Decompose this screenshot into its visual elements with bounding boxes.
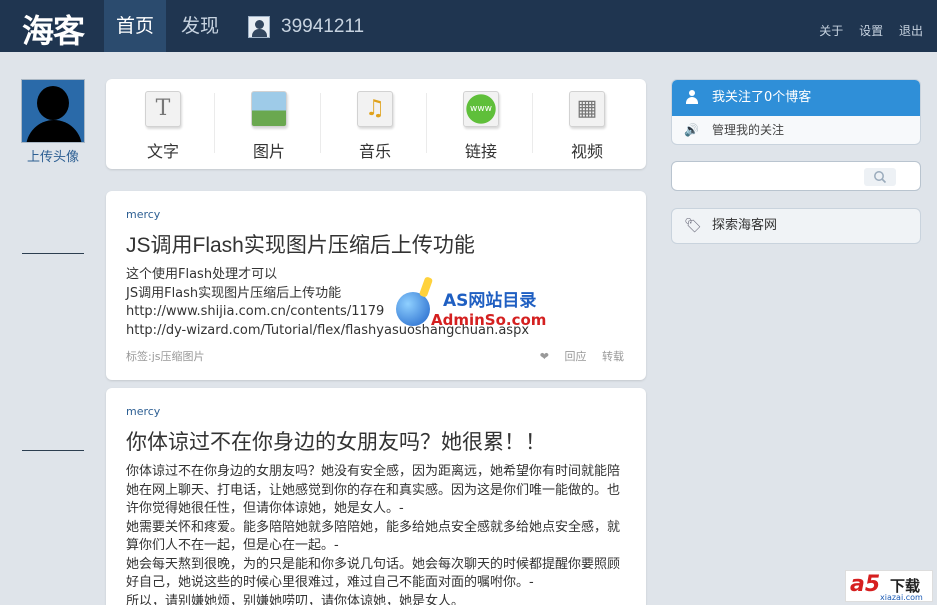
repost-link[interactable]: 转载 [602, 350, 624, 363]
speaker-icon: 🔊 [684, 123, 699, 137]
text-icon: T [145, 91, 181, 127]
user-id-link[interactable]: 39941211 [281, 0, 364, 54]
post-card: mercy 你体谅过不在你身边的女朋友吗？她很累！！ 你体谅过不在你身边的女朋友… [106, 388, 646, 605]
explore-label: 探索海客网 [712, 218, 778, 233]
video-icon: ▦ [569, 91, 605, 127]
watermark-a5: a5 下载 xiazai.com [845, 570, 933, 602]
post-type-text[interactable]: T 文字 [106, 79, 215, 169]
search-icon [874, 171, 887, 184]
nav-discover-tab[interactable]: 发现 [181, 0, 219, 54]
post-body-paragraph: 所以，请别嫌她烦，别嫌她唠叨，请你体谅她，她是女人。 [126, 593, 465, 605]
a5-site-label: xiazai.com [880, 593, 923, 602]
post-type-selector: T 文字 图片 ♫ 音乐 www 链接 ▦ 视频 [106, 79, 646, 169]
following-count-label: 我关注了0个博客 [712, 90, 812, 105]
figure-icon [418, 276, 434, 298]
image-icon [251, 91, 287, 127]
logout-link[interactable]: 退出 [899, 24, 923, 38]
reply-link[interactable]: 回应 [565, 350, 587, 363]
left-divider [22, 450, 84, 451]
following-box: 我关注了0个博客 🔊 管理我的关注 [671, 79, 921, 145]
watermark-adminso: AS网站目录 AdminSo.com [396, 276, 547, 337]
user-avatar[interactable] [21, 79, 85, 143]
left-divider [22, 253, 84, 254]
site-logo[interactable]: 海客 [22, 6, 85, 52]
manage-following-label: 管理我的关注 [712, 123, 785, 137]
tag-icon: 🏷 [684, 218, 702, 234]
post-body-line: JS调用Flash实现图片压缩后上传功能 [126, 285, 342, 301]
post-title[interactable]: JS调用Flash实现图片压缩后上传功能 [126, 229, 475, 259]
post-type-music[interactable]: ♫ 音乐 [318, 79, 427, 169]
explore-site-button[interactable]: 🏷 探索海客网 [671, 208, 921, 244]
a5-logo: a5 [850, 572, 881, 597]
post-tags[interactable]: 标签:js压缩图片 [126, 348, 205, 364]
nav-home-tab[interactable]: 首页 [104, 0, 166, 52]
post-actions: ❤ 回应 转载 [528, 348, 624, 364]
following-count-button[interactable]: 我关注了0个博客 [672, 80, 920, 116]
post-type-video[interactable]: ▦ 视频 [530, 79, 636, 169]
post-type-label: 音乐 [358, 142, 391, 161]
post-body-link[interactable]: http://www.shijia.com.cn/contents/1179 [126, 303, 626, 322]
post-body-link[interactable]: http://dy-wizard.com/Tutorial/flex/flash… [126, 322, 626, 341]
search-input[interactable] [680, 166, 870, 186]
post-card: mercy JS调用Flash实现图片压缩后上传功能 这个使用Flash处理才可… [106, 191, 646, 380]
post-type-label: 图片 [252, 142, 285, 161]
link-icon: www [463, 91, 499, 127]
post-author[interactable]: mercy [126, 405, 160, 418]
watermark-title: AS网站目录 [443, 291, 537, 311]
post-type-link[interactable]: www 链接 [424, 79, 533, 169]
post-body-paragraph: 你体谅过不在你身边的女朋友吗？她没有安全感，因为距离远，她希望你有时间就能陪她在… [126, 464, 621, 516]
post-type-label: 文字 [146, 142, 179, 161]
search-box [671, 161, 921, 191]
top-navigation-bar: 海客 首页 发现 39941211 关于 设置 退出 [0, 0, 937, 52]
about-link[interactable]: 关于 [819, 24, 843, 38]
post-author[interactable]: mercy [126, 208, 160, 221]
settings-link[interactable]: 设置 [859, 24, 883, 38]
manage-following-link[interactable]: 🔊 管理我的关注 [672, 116, 920, 144]
post-type-label: 链接 [464, 142, 497, 161]
music-icon: ♫ [357, 91, 393, 127]
post-type-label: 视频 [570, 142, 603, 161]
watermark-domain: AdminSo.com [431, 311, 547, 329]
upload-avatar-link[interactable]: 上传头像 [21, 146, 85, 165]
post-body-line: 这个使用Flash处理才可以 [126, 267, 278, 282]
post-body: 你体谅过不在你身边的女朋友吗？她没有安全感，因为距离远，她希望你有时间就能陪她在… [126, 463, 626, 605]
user-icon [686, 90, 698, 104]
post-type-image[interactable]: 图片 [212, 79, 321, 169]
post-body: 这个使用Flash处理才可以 JS调用Flash实现图片压缩后上传功能 http… [126, 266, 626, 340]
post-title[interactable]: 你体谅过不在你身边的女朋友吗？她很累！！ [126, 426, 546, 456]
search-button[interactable] [864, 168, 896, 186]
top-right-links: 关于 设置 退出 [807, 22, 923, 39]
user-icon[interactable] [248, 16, 270, 38]
post-body-paragraph: 她会每天熬到很晚，为的只是能和你多说几句话。她会每次聊天的时候都提醒你要照顾好自… [126, 556, 621, 591]
post-body-paragraph: 她需要关怀和疼爱。能多陪陪她就多陪陪她，能多给她点安全感就多给她点安全感，就算你… [126, 519, 621, 554]
like-icon[interactable]: ❤ [540, 350, 549, 363]
